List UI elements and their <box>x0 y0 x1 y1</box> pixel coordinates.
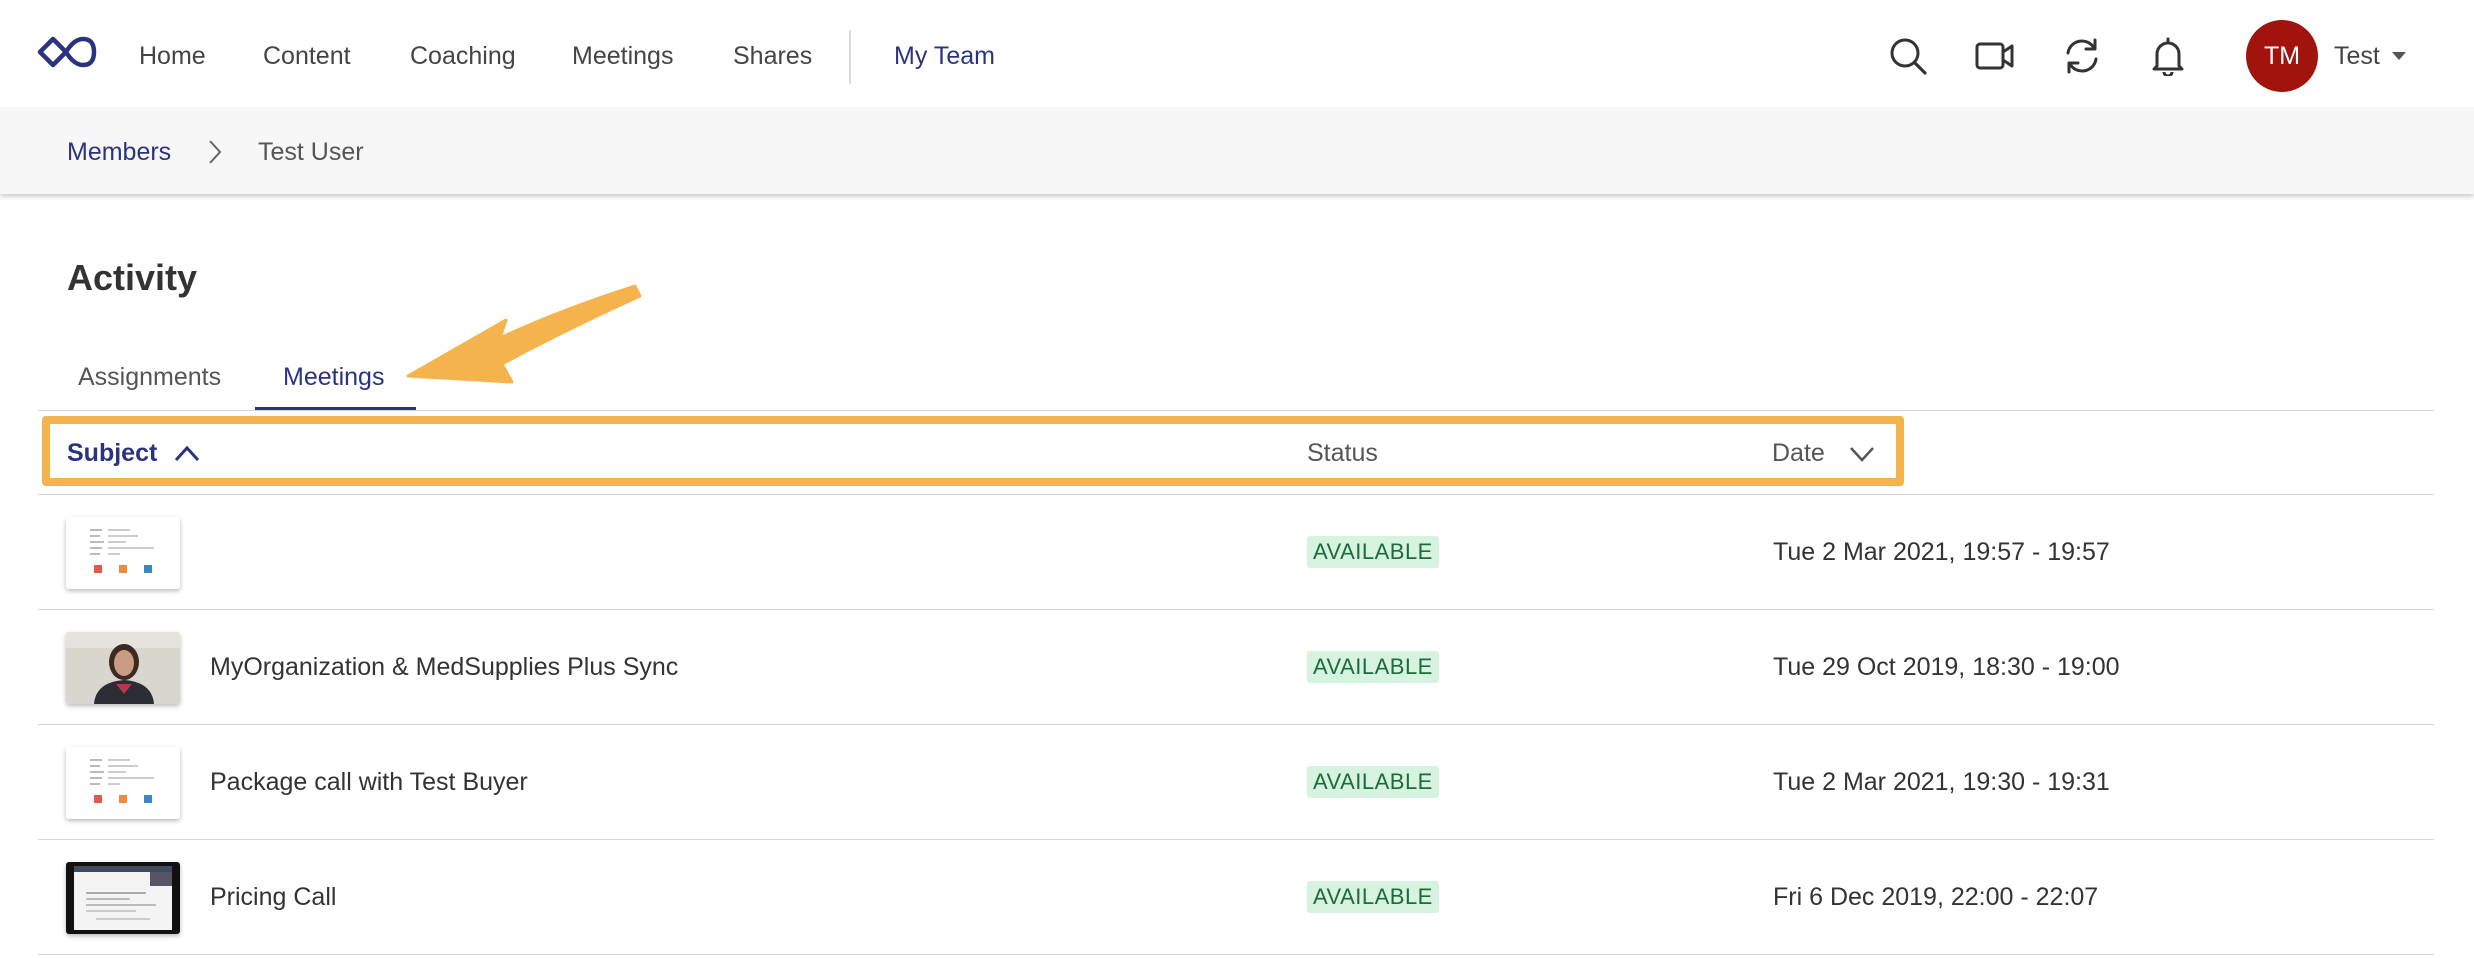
nav-home[interactable]: Home <box>139 38 206 74</box>
page-title: Activity <box>67 257 198 298</box>
annotation-highlight-box <box>42 416 1904 486</box>
status-badge: AVAILABLE <box>1307 536 1439 568</box>
nav-meetings[interactable]: Meetings <box>572 38 673 74</box>
row-subject[interactable]: Pricing Call <box>210 880 336 914</box>
status-badge: AVAILABLE <box>1307 651 1439 683</box>
nav-content[interactable]: Content <box>263 38 351 74</box>
breadcrumb-current: Test User <box>258 138 364 166</box>
caret-down-icon[interactable] <box>2392 52 2406 60</box>
row-date: Fri 6 Dec 2019, 22:00 - 22:07 <box>1773 883 2099 911</box>
document-preview-icon <box>66 747 180 819</box>
infinity-logo-icon[interactable] <box>36 34 98 70</box>
tabs-divider <box>38 410 2434 411</box>
search-icon[interactable] <box>1888 36 1928 76</box>
nav-divider <box>849 30 851 84</box>
table-row[interactable]: Package call with Test Buyer AVAILABLE T… <box>38 725 2434 840</box>
row-date: Tue 2 Mar 2021, 19:30 - 19:31 <box>1773 768 2110 796</box>
user-menu-name[interactable]: Test <box>2334 38 2380 74</box>
nav-shares[interactable]: Shares <box>733 38 812 74</box>
sync-icon[interactable] <box>2062 36 2102 76</box>
annotation-arrow-icon <box>406 284 642 384</box>
document-thumbnail[interactable] <box>66 747 180 819</box>
person-video-thumbnail[interactable] <box>66 632 180 704</box>
breadcrumb: Members Test User <box>0 107 2474 194</box>
nav-my-team[interactable]: My Team <box>894 38 995 74</box>
person-preview-icon <box>66 632 180 704</box>
tab-meetings[interactable]: Meetings <box>283 360 384 394</box>
breadcrumb-members-link[interactable]: Members <box>67 135 171 169</box>
screen-share-thumbnail[interactable] <box>66 862 180 934</box>
row-subject[interactable]: Package call with Test Buyer <box>210 765 528 799</box>
user-avatar[interactable]: TM <box>2246 20 2318 92</box>
top-navigation: Home Content Coaching Meetings Shares My… <box>0 0 2474 107</box>
table-row[interactable]: Pricing Call AVAILABLE Fri 6 Dec 2019, 2… <box>38 840 2434 955</box>
row-date: Tue 29 Oct 2019, 18:30 - 19:00 <box>1773 653 2120 681</box>
nav-coaching[interactable]: Coaching <box>410 38 516 74</box>
status-badge: AVAILABLE <box>1307 766 1439 798</box>
row-date: Tue 2 Mar 2021, 19:57 - 19:57 <box>1773 538 2110 566</box>
screen-share-preview-icon <box>66 862 180 934</box>
table-row[interactable]: MyOrganization & MedSupplies Plus Sync A… <box>38 610 2434 725</box>
row-subject[interactable]: MyOrganization & MedSupplies Plus Sync <box>210 650 678 684</box>
document-preview-icon <box>66 517 180 589</box>
document-thumbnail[interactable] <box>66 517 180 589</box>
status-badge: AVAILABLE <box>1307 881 1439 913</box>
chevron-right-icon <box>209 140 222 164</box>
tab-assignments[interactable]: Assignments <box>78 360 221 394</box>
video-camera-icon[interactable] <box>1975 36 2015 76</box>
table-row[interactable]: AVAILABLE Tue 2 Mar 2021, 19:57 - 19:57 <box>38 495 2434 610</box>
bell-icon[interactable] <box>2148 36 2188 76</box>
